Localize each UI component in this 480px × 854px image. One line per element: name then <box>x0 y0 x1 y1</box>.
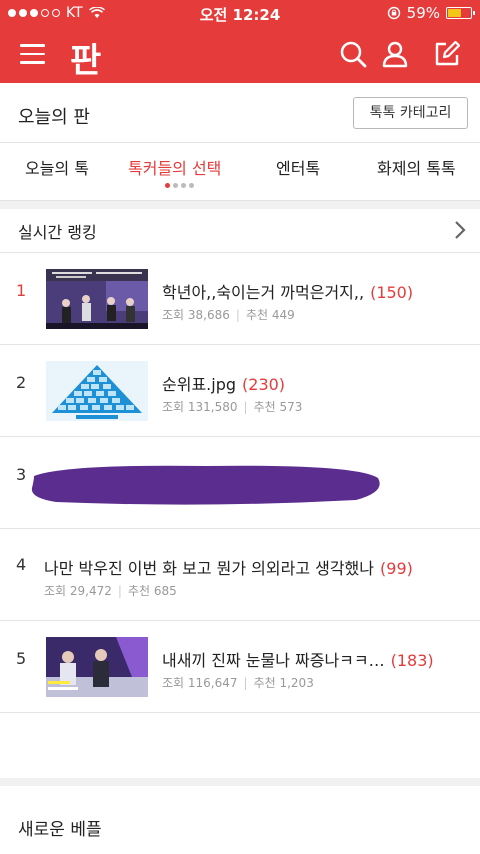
comment-count: (230) <box>242 375 286 394</box>
ranking-title: 실시간 랭킹 <box>18 223 97 242</box>
ranking-item[interactable]: 5 내새끼 진짜 눈물나 짜증나ㅋㅋ… (183) 조회 116,647 | 추천 1… <box>0 621 480 713</box>
tab-talkers-choice[interactable]: 톡커들의 선택 <box>128 155 221 179</box>
page-title: 오늘의 판 <box>18 107 90 128</box>
comment-count: (183) <box>390 651 434 670</box>
recommend-count: 추천 1,203 <box>253 676 314 690</box>
view-count: 조회 116,647 <box>162 676 238 690</box>
post-meta: 조회 29,472 | 추천 685 <box>44 582 177 599</box>
new-best-comments-title: 새로운 베플 <box>18 820 102 840</box>
thumbnail-image <box>46 637 148 697</box>
thumbnail-image <box>46 269 148 329</box>
rank-number: 5 <box>16 649 27 668</box>
section-divider <box>0 778 480 786</box>
battery-icon <box>446 7 475 19</box>
status-right: 59% <box>387 4 475 22</box>
tab-bar: 오늘의 톡 톡커들의 선택 엔터톡 화제의 톡톡 <box>0 143 480 201</box>
tab-enter-talk[interactable]: 엔터톡 <box>276 155 320 179</box>
comment-count: (150) <box>370 283 414 302</box>
rank-number: 1 <box>16 281 27 300</box>
post-title: 학년아,,숙이는거 까먹은거지,, <box>162 283 365 302</box>
rotation-lock-icon <box>387 6 400 20</box>
post-meta: 조회 38,686 | 추천 449 <box>162 306 295 323</box>
post-title: 내새끼 진짜 눈물나 짜증나ㅋㅋ… <box>162 651 385 670</box>
post-title: 순위표.jpg <box>162 375 237 394</box>
battery-percent: 59% <box>406 4 440 22</box>
meta-separator: | <box>243 676 248 690</box>
post-meta: 조회 131,580 | 추천 573 <box>162 398 302 415</box>
tab-hot-talk[interactable]: 화제의 톡톡 <box>377 155 456 179</box>
ranking-item[interactable]: 1 학년아,,숙이는거 까먹은거지,, (150) 조회 38,686 | 추천 44… <box>0 253 480 345</box>
tab-pager-dots <box>165 183 194 188</box>
chevron-right-icon[interactable] <box>452 219 468 241</box>
recommend-count: 추천 449 <box>245 308 295 322</box>
ranking-header[interactable]: 실시간 랭킹 <box>0 209 480 253</box>
post-title-line: 나만 박우진 이번 화 보고 뭔가 의외라고 생각했나 (99) <box>44 555 413 579</box>
post-title-line: 내새끼 진짜 눈물나 짜증나ㅋㅋ… (183) <box>162 647 434 671</box>
post-meta: 조회 116,647 | 추천 1,203 <box>162 674 314 691</box>
title-row: 오늘의 판 톡톡 카테고리 <box>0 83 480 143</box>
view-count: 조회 131,580 <box>162 400 238 414</box>
rank-number: 3 <box>16 465 27 484</box>
edit-icon[interactable] <box>432 39 462 69</box>
post-title-line: 순위표.jpg (230) <box>162 371 285 395</box>
menu-icon[interactable] <box>20 44 45 64</box>
rank-number: 2 <box>16 373 27 392</box>
post-title: 나만 박우진 이번 화 보고 뭔가 의외라고 생각했나 <box>44 559 375 578</box>
comment-count: (99) <box>380 559 413 578</box>
meta-separator: | <box>243 400 248 414</box>
ranking-item[interactable]: 4 나만 박우진 이번 화 보고 뭔가 의외라고 생각했나 (99) 조회 29,… <box>0 529 480 621</box>
meta-separator: | <box>117 584 122 598</box>
redaction-scribble <box>31 465 380 505</box>
recommend-count: 추천 573 <box>253 400 303 414</box>
meta-separator: | <box>235 308 240 322</box>
tab-today-talk[interactable]: 오늘의 톡 <box>25 155 89 179</box>
view-count: 조회 29,472 <box>44 584 112 598</box>
search-icon[interactable] <box>338 39 368 69</box>
ranking-item[interactable]: 2 순위표.jpg (230) 조회 131,580 | 추천 573 <box>0 345 480 437</box>
recommend-count: 추천 685 <box>127 584 177 598</box>
rank-number: 4 <box>16 555 27 574</box>
status-bar: KT 오전 12:24 59% <box>0 0 480 27</box>
category-button[interactable]: 톡톡 카테고리 <box>353 97 468 129</box>
user-icon[interactable] <box>380 39 410 69</box>
app-logo[interactable]: 판 <box>70 33 101 82</box>
post-title-line: 학년아,,숙이는거 까먹은거지,, (150) <box>162 279 413 303</box>
section-divider <box>0 201 480 209</box>
thumbnail-image <box>46 361 148 421</box>
view-count: 조회 38,686 <box>162 308 230 322</box>
app-header: 판 <box>0 27 480 83</box>
